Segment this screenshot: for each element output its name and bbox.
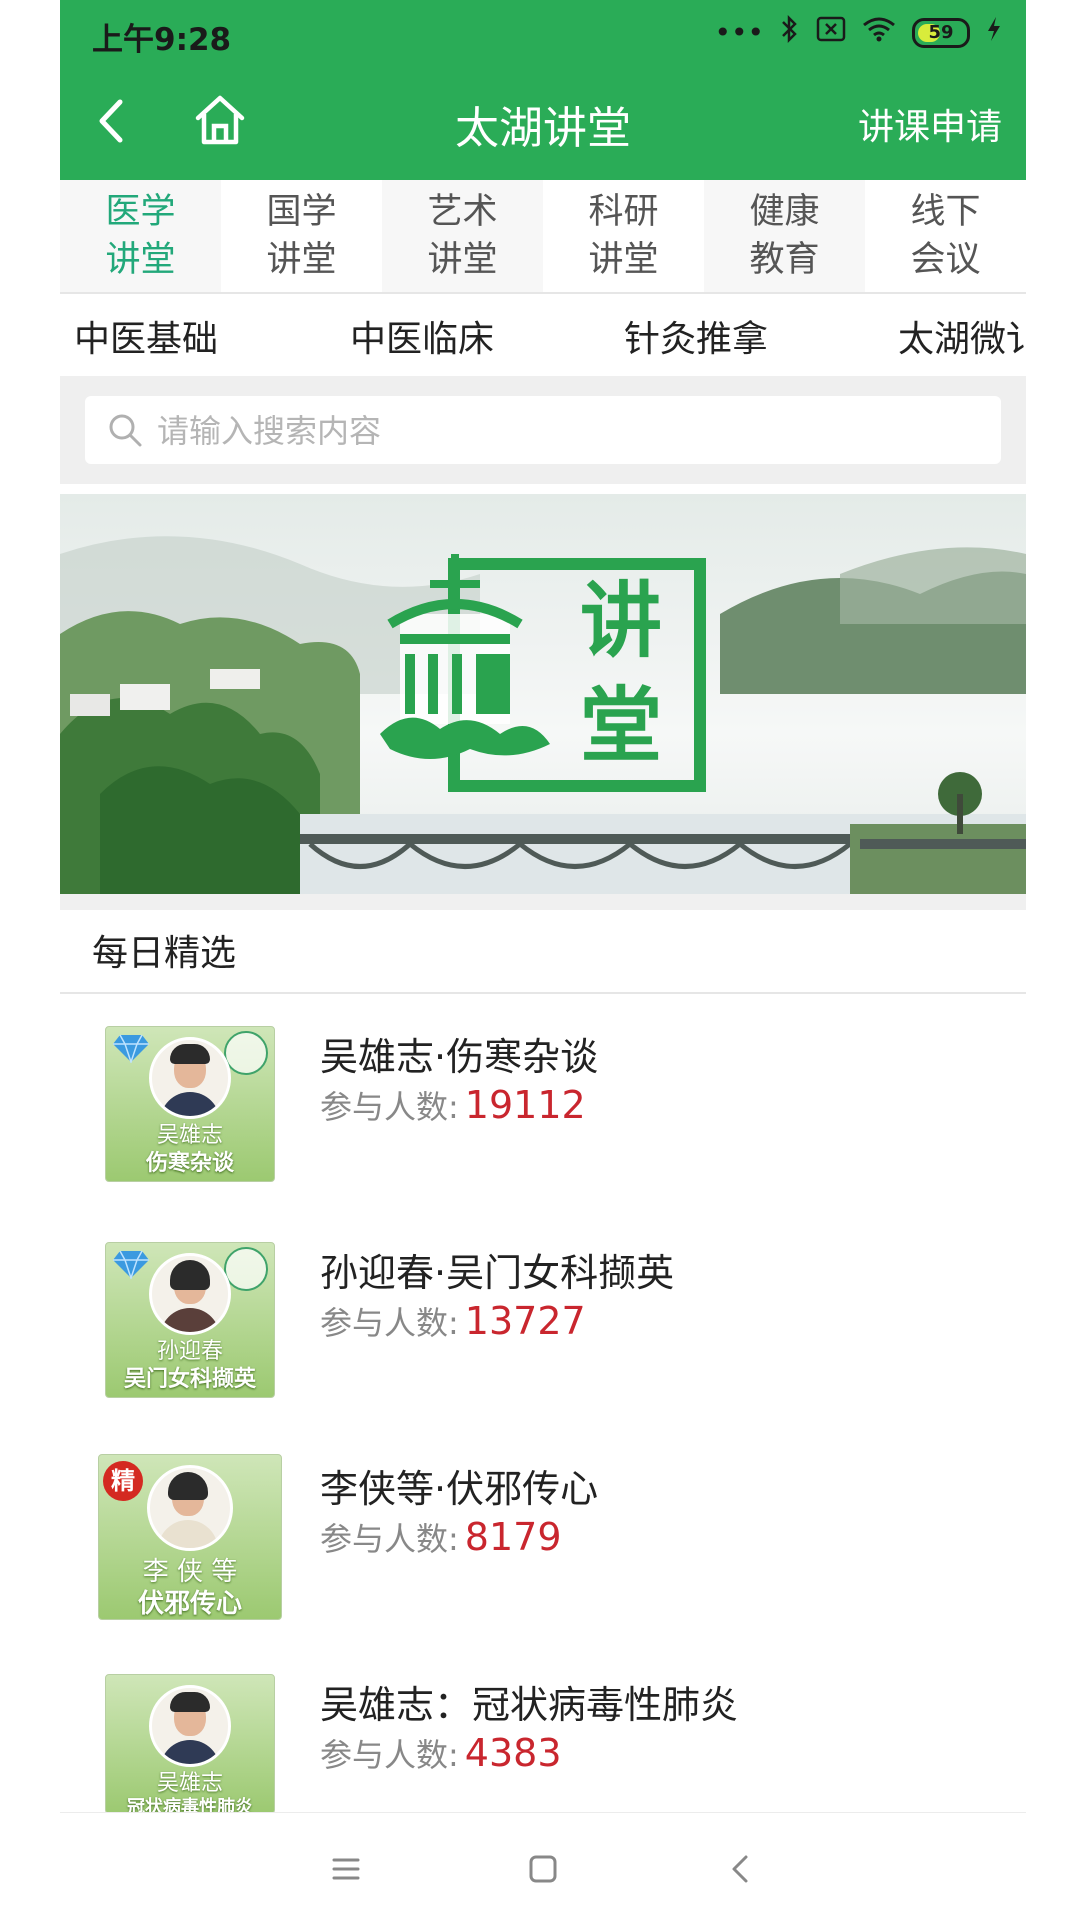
apply-lecture-button[interactable]: 讲课申请 bbox=[858, 98, 1002, 150]
app-header: 上午9:28 ••• 59 太湖讲堂 讲课申请 bbox=[60, 0, 1026, 180]
tab-label: 讲堂 bbox=[588, 240, 659, 280]
home-square-icon[interactable] bbox=[523, 1849, 563, 1889]
participant-count: 参与人数: 4383 bbox=[320, 1730, 562, 1776]
battery-level: 59 bbox=[928, 21, 954, 43]
divider bbox=[60, 992, 1026, 994]
avatar bbox=[147, 1465, 233, 1551]
course-thumbnail: 吴雄志 冠状病毒性肺炎 bbox=[105, 1674, 275, 1814]
banner-landscape: 讲 堂 bbox=[60, 536, 1026, 894]
banner-divider bbox=[60, 894, 1026, 910]
count-label: 参与人数: bbox=[320, 1304, 459, 1342]
featured-badge: 精 bbox=[103, 1461, 143, 1501]
course-item[interactable]: 吴雄志 伤寒杂谈 吴雄志·伤寒杂谈 参与人数: 19112 bbox=[60, 1026, 1026, 1226]
tab-offline-meeting[interactable]: 线下 会议 bbox=[865, 180, 1026, 292]
bluetooth-icon bbox=[780, 14, 800, 51]
tab-label: 国学 bbox=[266, 192, 337, 232]
subtab-tcm-clinical[interactable]: 中医临床 bbox=[350, 310, 494, 362]
battery-icon: 59 bbox=[912, 17, 970, 48]
banner-image[interactable]: 讲 堂 bbox=[60, 494, 1026, 894]
participant-count: 参与人数: 19112 bbox=[320, 1082, 586, 1128]
thumb-course: 伤寒杂谈 bbox=[145, 1151, 234, 1176]
subtab-tcm-basics[interactable]: 中医基础 bbox=[74, 310, 218, 362]
course-title: 吴雄志：冠状病毒性肺炎 bbox=[320, 1683, 739, 1727]
course-title: 孙迎春·吴门女科撷英 bbox=[320, 1251, 675, 1295]
course-thumbnail: 吴雄志 伤寒杂谈 bbox=[105, 1026, 275, 1182]
avatar bbox=[149, 1037, 231, 1119]
course-item[interactable]: 精 李 侠 等 伏邪传心 李侠等·伏邪传心 参与人数: 8179 bbox=[60, 1454, 1026, 1658]
system-nav-bar bbox=[60, 1812, 1026, 1920]
status-time: 上午9:28 bbox=[92, 22, 232, 58]
course-item[interactable]: 孙迎春 吴门女科撷英 孙迎春·吴门女科撷英 参与人数: 13727 bbox=[60, 1242, 1026, 1442]
app-screen: 上午9:28 ••• 59 太湖讲堂 讲课申请 医学 讲堂 国学 讲堂 艺术 讲… bbox=[60, 0, 1026, 1920]
course-thumbnail: 精 李 侠 等 伏邪传心 bbox=[98, 1454, 282, 1620]
tab-label: 健康 bbox=[749, 192, 820, 232]
subtab-acupuncture[interactable]: 针灸推拿 bbox=[624, 310, 768, 362]
tab-medical-lecture[interactable]: 医学 讲堂 bbox=[60, 180, 221, 292]
count-label: 参与人数: bbox=[320, 1736, 459, 1774]
course-thumbnail: 孙迎春 吴门女科撷英 bbox=[105, 1242, 275, 1398]
tab-label: 科研 bbox=[588, 192, 659, 232]
avatar bbox=[149, 1253, 231, 1335]
course-title: 李侠等·伏邪传心 bbox=[320, 1467, 599, 1511]
tab-research-lecture[interactable]: 科研 讲堂 bbox=[543, 180, 704, 292]
system-back-icon[interactable] bbox=[720, 1849, 760, 1889]
tab-label: 线下 bbox=[910, 192, 981, 232]
participant-count: 参与人数: 8179 bbox=[320, 1514, 562, 1560]
university-seal-icon bbox=[224, 1247, 268, 1291]
tab-label: 讲堂 bbox=[266, 240, 337, 280]
search-icon bbox=[109, 414, 142, 447]
charging-icon bbox=[986, 16, 1002, 49]
tab-sinology-lecture[interactable]: 国学 讲堂 bbox=[221, 180, 382, 292]
banner-logo-char-2: 堂 bbox=[580, 678, 662, 774]
avatar bbox=[149, 1685, 231, 1767]
thumb-course: 伏邪传心 bbox=[137, 1589, 242, 1619]
course-title: 吴雄志·伤寒杂谈 bbox=[320, 1035, 599, 1079]
more-dots-icon: ••• bbox=[714, 16, 764, 49]
section-title: 每日精选 bbox=[92, 933, 237, 974]
search-input[interactable] bbox=[155, 402, 979, 460]
thumb-course: 冠状病毒性肺炎 bbox=[127, 1797, 253, 1814]
diamond-icon bbox=[113, 1034, 149, 1063]
count-label: 参与人数: bbox=[320, 1520, 459, 1558]
tab-health-education[interactable]: 健康 教育 bbox=[704, 180, 865, 292]
sim-icon bbox=[816, 16, 846, 49]
diamond-icon bbox=[113, 1250, 149, 1279]
count-value: 8179 bbox=[464, 1515, 562, 1559]
wifi-icon bbox=[862, 16, 896, 49]
tab-label: 教育 bbox=[749, 240, 820, 280]
subtab-taihu-micro[interactable]: 太湖微讠 bbox=[898, 310, 1026, 362]
sub-tabs: 中医基础 中医临床 针灸推拿 太湖微讠 bbox=[60, 294, 1026, 376]
count-value: 13727 bbox=[464, 1299, 586, 1343]
university-seal-icon bbox=[224, 1031, 268, 1075]
thumb-course: 吴门女科撷英 bbox=[123, 1367, 256, 1392]
search-area bbox=[60, 376, 1026, 484]
tab-label: 艺术 bbox=[427, 192, 498, 232]
search-box[interactable] bbox=[85, 396, 1001, 464]
tab-label: 讲堂 bbox=[105, 240, 176, 280]
tab-label: 会议 bbox=[910, 240, 981, 280]
count-label: 参与人数: bbox=[320, 1088, 459, 1126]
status-icons: ••• 59 bbox=[714, 14, 1002, 51]
tab-label: 讲堂 bbox=[427, 240, 498, 280]
count-value: 19112 bbox=[464, 1083, 586, 1127]
banner-logo-char-1: 讲 bbox=[580, 573, 662, 669]
tab-label: 医学 bbox=[105, 192, 176, 232]
category-tabs: 医学 讲堂 国学 讲堂 艺术 讲堂 科研 讲堂 健康 教育 线下 会议 bbox=[60, 180, 1026, 292]
count-value: 4383 bbox=[464, 1731, 562, 1775]
tab-art-lecture[interactable]: 艺术 讲堂 bbox=[382, 180, 543, 292]
participant-count: 参与人数: 13727 bbox=[320, 1298, 586, 1344]
menu-icon[interactable] bbox=[326, 1849, 366, 1889]
